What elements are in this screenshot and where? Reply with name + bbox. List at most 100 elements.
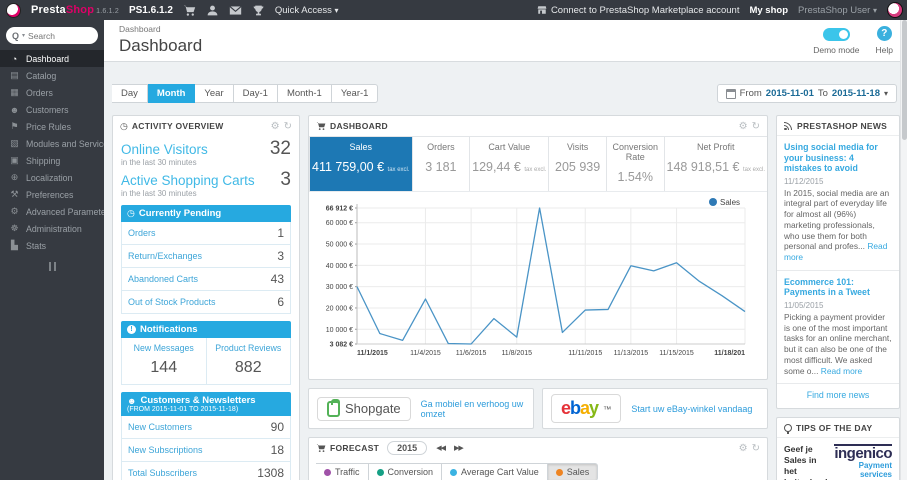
ebay-banner[interactable]: ebay ™ Start uw eBay-winkel vandaag bbox=[542, 388, 768, 429]
range-button[interactable]: Month bbox=[147, 84, 196, 103]
pending-link[interactable]: Orders bbox=[128, 228, 156, 238]
demo-mode-toggle[interactable] bbox=[822, 28, 850, 41]
help-icon[interactable]: ? bbox=[876, 26, 892, 41]
avatar[interactable] bbox=[887, 2, 903, 18]
active-carts-link[interactable]: Active Shopping Carts bbox=[121, 173, 255, 188]
my-shop-link[interactable]: My shop bbox=[749, 5, 788, 16]
kpi-value: 148 918,51 € tax excl. bbox=[666, 160, 766, 174]
svg-text:11/15/2015: 11/15/2015 bbox=[659, 350, 694, 357]
ebay-link[interactable]: Start uw eBay-winkel vandaag bbox=[631, 404, 752, 414]
kpi-tab[interactable]: Conversion Rate 1.54% bbox=[605, 137, 664, 191]
sidebar-item[interactable]: ⚒ Preferences bbox=[0, 186, 104, 203]
online-visitors-value: 32 bbox=[269, 138, 291, 159]
shopgate-banner[interactable]: Shopgate Ga mobiel en verhoog uw omzet bbox=[308, 388, 534, 429]
rss-icon bbox=[784, 121, 793, 130]
sidebar-item[interactable]: ☻ Customers bbox=[0, 101, 104, 118]
trophy-icon[interactable] bbox=[252, 4, 265, 17]
pending-row: Out of Stock Products 6 bbox=[121, 291, 291, 314]
lightbulb-icon bbox=[784, 423, 792, 434]
kpi-tabs: Sales 411 759,00 € tax excl. Orders 3 18… bbox=[309, 136, 767, 192]
range-button[interactable]: Day-1 bbox=[233, 84, 278, 103]
kpi-tab[interactable]: Visits 205 939 bbox=[548, 137, 606, 191]
range-button[interactable]: Year-1 bbox=[331, 84, 379, 103]
quick-access-menu[interactable]: Quick Access ▾ bbox=[275, 5, 339, 16]
refresh-icon[interactable]: ↻ bbox=[752, 121, 760, 132]
gear-icon[interactable]: ⚙ bbox=[271, 121, 280, 132]
forecast-year[interactable]: 2015 bbox=[387, 441, 428, 455]
user-icon: ☻ bbox=[127, 395, 137, 406]
forecast-toggle[interactable]: Sales bbox=[547, 463, 599, 480]
chevron-down-icon[interactable]: ▾ bbox=[22, 32, 25, 39]
svg-text:66 912 €: 66 912 € bbox=[326, 206, 353, 213]
range-button[interactable]: Year bbox=[195, 84, 234, 103]
article-title-link[interactable]: Ecommerce 101: Payments in a Tweet bbox=[784, 277, 892, 298]
kpi-value: 205 939 bbox=[555, 160, 601, 174]
sidebar-item-label: Preferences bbox=[26, 189, 74, 200]
article-title-link[interactable]: Using social media for your business: 4 … bbox=[784, 142, 892, 174]
customers-link[interactable]: Total Subscribers bbox=[128, 468, 197, 478]
svg-text:3 082 €: 3 082 € bbox=[330, 342, 353, 349]
sidebar-item[interactable]: ⚙ Advanced Parameters bbox=[0, 203, 104, 220]
tip-heading: Geef je Sales in het buitenland een Boos… bbox=[784, 444, 827, 480]
refresh-icon[interactable]: ↻ bbox=[284, 121, 292, 132]
chevron-down-icon: ▾ bbox=[883, 89, 888, 98]
sidebar-item-icon: ☻ bbox=[9, 104, 20, 115]
envelope-icon[interactable] bbox=[229, 4, 242, 17]
search-input[interactable] bbox=[28, 30, 81, 41]
sidebar-item[interactable]: ⊕ Localization bbox=[0, 169, 104, 186]
online-visitors-link[interactable]: Online Visitors bbox=[121, 142, 208, 157]
sidebar-item[interactable]: ▣ Shipping bbox=[0, 152, 104, 169]
forecast-toggle[interactable]: Average Cart Value bbox=[442, 463, 548, 480]
sidebar-item[interactable]: ◔ Dashboard bbox=[0, 50, 104, 67]
help-label: Help bbox=[875, 45, 893, 55]
kpi-tab[interactable]: Orders 3 181 bbox=[411, 137, 470, 191]
find-more-news-link[interactable]: Find more news bbox=[777, 383, 899, 408]
kpi-tab[interactable]: Sales 411 759,00 € tax excl. bbox=[309, 137, 412, 191]
refresh-icon[interactable]: ↻ bbox=[752, 443, 760, 454]
customers-value: 90 bbox=[270, 420, 284, 434]
person-icon[interactable] bbox=[206, 4, 219, 17]
svg-text:30 000 €: 30 000 € bbox=[326, 284, 353, 291]
read-more-link[interactable]: Read more bbox=[821, 366, 862, 376]
scrollbar[interactable] bbox=[900, 20, 907, 480]
cart-icon[interactable] bbox=[183, 4, 196, 17]
shopgate-link[interactable]: Ga mobiel en verhoog uw omzet bbox=[421, 399, 525, 419]
sidebar-item-icon: ⊕ bbox=[10, 172, 19, 182]
sales-chart[interactable]: 66 912 € 60 000 € 50 000 € 40 000 € 30 000 €… bbox=[311, 196, 755, 374]
kpi-tab[interactable]: Cart Value 129,44 € tax excl. bbox=[469, 137, 548, 191]
sidebar-search[interactable]: Q ▾ bbox=[6, 27, 98, 44]
customers-link[interactable]: New Customers bbox=[128, 422, 192, 432]
sidebar-item-icon: ⚙ bbox=[10, 206, 19, 216]
pending-link[interactable]: Return/Exchanges bbox=[128, 251, 202, 261]
forecast-toggle[interactable]: Conversion bbox=[368, 463, 443, 480]
sidebar-item[interactable]: ▦ Orders bbox=[0, 84, 104, 101]
marketplace-link[interactable]: Connect to PrestaShop Marketplace accoun… bbox=[537, 5, 739, 16]
panel-title: TIPS OF THE DAY bbox=[796, 422, 873, 433]
range-button[interactable]: Month-1 bbox=[277, 84, 332, 103]
ingenico-logo: ingenico Payment services bbox=[834, 444, 892, 480]
user-menu[interactable]: PrestaShop User ▾ bbox=[798, 5, 877, 16]
rewind-icon[interactable]: ◀◀ bbox=[436, 444, 446, 452]
fast-forward-icon[interactable]: ▶▶ bbox=[454, 444, 464, 452]
sidebar-item[interactable]: ▤ Catalog bbox=[0, 67, 104, 84]
forecast-toggle[interactable]: Traffic bbox=[316, 463, 369, 480]
sidebar-item[interactable]: ☸ Administration bbox=[0, 220, 104, 237]
kpi-tab[interactable]: Net Profit 148 918,51 € tax excl. bbox=[663, 137, 768, 191]
gear-icon[interactable]: ⚙ bbox=[739, 443, 748, 454]
sidebar-item[interactable]: ▙ Stats bbox=[0, 237, 104, 254]
breadcrumb[interactable]: Dashboard bbox=[119, 24, 907, 34]
sidebar-item[interactable]: ⚑ Price Rules bbox=[0, 118, 104, 135]
scrollbar-thumb[interactable] bbox=[901, 20, 907, 140]
shop-name-link[interactable]: PS1.6.1.2 bbox=[129, 5, 173, 16]
date-range-button[interactable]: From 2015-11-01 To 2015-11-18 ▾ bbox=[716, 84, 897, 103]
collapse-menu-icon[interactable] bbox=[48, 262, 56, 271]
sidebar-item[interactable]: ▧ Modules and Services bbox=[0, 135, 104, 152]
notification-cell[interactable]: Product Reviews 882 bbox=[205, 338, 291, 384]
range-button[interactable]: Day bbox=[112, 84, 148, 103]
gear-icon[interactable]: ⚙ bbox=[739, 121, 748, 132]
customers-link[interactable]: New Subscriptions bbox=[128, 445, 203, 455]
pending-link[interactable]: Abandoned Carts bbox=[128, 274, 198, 284]
notification-cell[interactable]: New Messages 144 bbox=[122, 338, 206, 384]
svg-text:11/18/201: 11/18/201 bbox=[714, 350, 745, 357]
pending-link[interactable]: Out of Stock Products bbox=[128, 297, 216, 307]
